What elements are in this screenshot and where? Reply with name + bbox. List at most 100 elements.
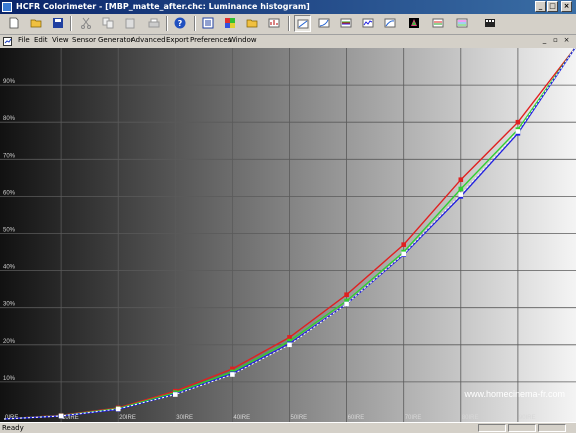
close-button[interactable]: × [561, 1, 572, 12]
status-pane-cap [478, 424, 506, 432]
y-tick-label: 30% [3, 302, 16, 308]
near-white-view-icon [432, 18, 444, 28]
series-point-red [344, 292, 349, 298]
y-tick-label: 40% [3, 265, 16, 271]
copy-button[interactable] [100, 15, 117, 32]
cut-icon [81, 17, 91, 29]
series-point-white [515, 129, 521, 134]
series-point-green [458, 186, 464, 192]
series-point-white [230, 372, 235, 377]
settings-button[interactable] [266, 15, 283, 32]
mdi-restore-button[interactable]: ▫ [551, 36, 560, 44]
series-point-white [287, 342, 292, 348]
measures-view-button[interactable] [200, 15, 217, 32]
y-tick-label: 60% [3, 190, 16, 196]
chart-background [0, 48, 576, 422]
mdi-close-button[interactable]: × [562, 36, 571, 44]
menu-bar: File Edit View Sensor Generator Advanced… [0, 35, 576, 48]
open-button[interactable] [28, 15, 45, 32]
watermark: www.homecinema-fr.com [463, 389, 565, 399]
measures-view-icon [202, 17, 214, 29]
saturation-view-button[interactable] [454, 15, 471, 32]
cut-button[interactable] [78, 15, 95, 32]
open-folder-button[interactable] [244, 15, 261, 32]
rgb-levels-view-button[interactable] [338, 15, 355, 32]
x-tick-label: 20IRE [119, 415, 136, 421]
y-tick-label: 70% [3, 153, 16, 159]
y-tick-label: 50% [3, 228, 16, 234]
series-point-red [515, 119, 521, 125]
series-point-white [401, 251, 406, 257]
luminance-view-button[interactable] [294, 15, 311, 32]
near-black-view-icon [409, 18, 419, 28]
menu-file[interactable]: File [18, 36, 30, 44]
svg-text:?: ? [178, 19, 183, 28]
color-temp-view-button[interactable] [360, 15, 377, 32]
status-pane-scrl [538, 424, 566, 432]
menu-sensor[interactable]: Sensor [72, 36, 96, 44]
menu-edit[interactable]: Edit [34, 36, 48, 44]
save-icon [53, 18, 63, 28]
menu-view[interactable]: View [52, 36, 69, 44]
series-point-white [344, 301, 349, 307]
menu-export[interactable]: Export [166, 36, 189, 44]
window-title: HCFR Colorimeter - [MBP_matte_after.chc:… [16, 2, 310, 11]
document-icon[interactable] [3, 37, 12, 46]
saturation-view-icon [456, 18, 468, 28]
color-palette-icon [225, 18, 235, 28]
menu-advanced[interactable]: Advanced [131, 36, 166, 44]
x-tick-label: 70IRE [405, 415, 422, 421]
settings-icon [268, 18, 280, 28]
status-bar: Ready [0, 422, 576, 433]
luminance-chart: 10%20%30%40%50%60%70%80%90% 0IRE 10IRE 20I… [0, 48, 576, 422]
title-bar: HCFR Colorimeter - [MBP_matte_after.chc:… [0, 0, 576, 14]
y-tick-label: 20% [3, 339, 16, 345]
menu-generator[interactable]: Generator [98, 36, 134, 44]
gamma-view-icon [318, 18, 330, 28]
open-icon [30, 19, 42, 28]
mdi-minimize-button[interactable]: _ [540, 36, 549, 44]
print-icon [148, 18, 160, 28]
status-pane-num [508, 424, 536, 432]
help-icon: ? [174, 17, 186, 29]
near-black-view-button[interactable] [406, 15, 423, 32]
copy-icon [102, 17, 114, 29]
app-icon [2, 2, 12, 12]
new-button[interactable] [6, 15, 23, 32]
film-view-button[interactable] [482, 15, 499, 32]
series-point-white [458, 192, 464, 197]
x-tick-label: 60IRE [348, 415, 365, 421]
color-temp-view-icon [362, 18, 374, 28]
film-view-icon [485, 19, 495, 27]
minimize-button[interactable]: _ [535, 1, 546, 12]
gamma-view-button[interactable] [316, 15, 333, 32]
y-tick-label: 90% [3, 79, 16, 85]
x-tick-label: 90IRE [519, 415, 536, 421]
save-button[interactable] [50, 15, 67, 32]
cie-chart-view-button[interactable] [382, 15, 399, 32]
series-point-white [58, 413, 64, 419]
near-white-view-button[interactable] [430, 15, 447, 32]
print-button[interactable] [146, 15, 163, 32]
color-palette-button[interactable] [222, 15, 239, 32]
rgb-levels-view-icon [340, 18, 352, 28]
y-tick-label: 80% [3, 116, 16, 122]
y-tick-label: 10% [3, 376, 16, 382]
menu-window[interactable]: Window [229, 36, 257, 44]
paste-button[interactable] [122, 15, 139, 32]
paste-icon [125, 18, 135, 29]
cie-chart-view-icon [384, 18, 396, 28]
series-point-red [458, 177, 464, 183]
luminance-view-icon [297, 19, 309, 29]
series-point-white [173, 392, 178, 397]
toolbar: ? [0, 14, 576, 35]
x-tick-label: 50IRE [291, 415, 308, 421]
new-icon [9, 17, 19, 29]
menu-preferences[interactable]: Preferences [190, 36, 231, 44]
maximize-button[interactable]: □ [547, 1, 558, 12]
x-tick-label: 80IRE [462, 415, 479, 421]
series-point-white [115, 406, 121, 412]
x-tick-label: 40IRE [233, 415, 250, 421]
help-button[interactable]: ? [172, 15, 189, 32]
series-point-red [401, 242, 406, 247]
